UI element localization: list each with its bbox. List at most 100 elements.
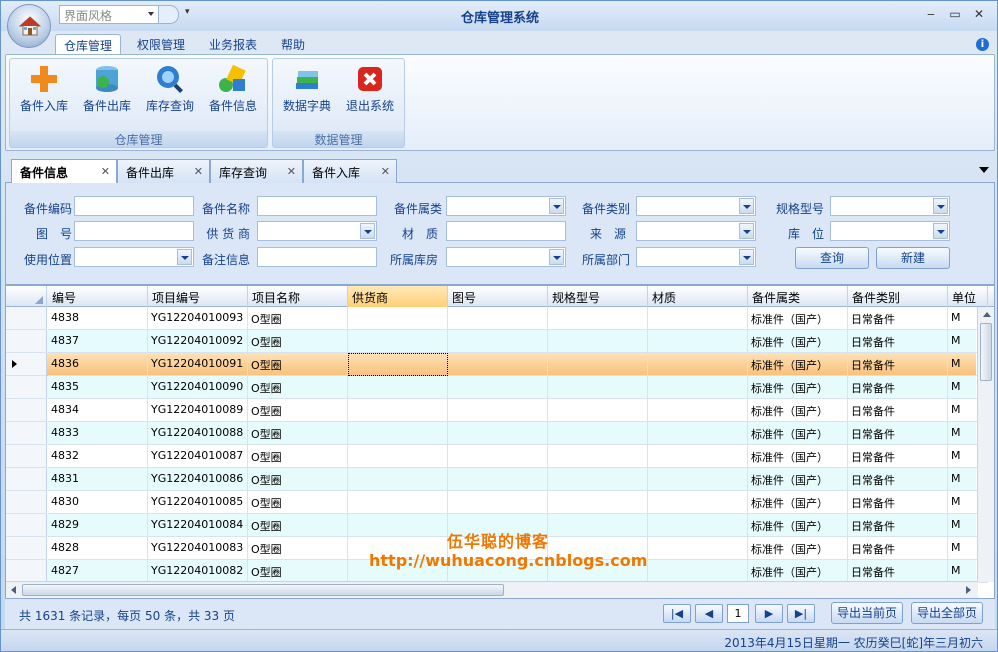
table-cell[interactable]: 4836 <box>48 353 148 376</box>
table-row[interactable]: 4837 YG12204010092 O型圈 标准件（国产） 日常备件 M <box>6 330 988 353</box>
row-header[interactable] <box>6 514 47 537</box>
table-cell[interactable]: 4827 <box>48 560 148 583</box>
table-cell[interactable]: 日常备件 <box>848 399 948 422</box>
table-row[interactable]: 4832 YG12204010087 O型圈 标准件（国产） 日常备件 M <box>6 445 988 468</box>
export-all-button[interactable]: 导出全部页 <box>911 602 983 624</box>
table-cell[interactable] <box>448 353 548 376</box>
stock-query-button[interactable]: 库存查询 <box>140 63 200 113</box>
column-header[interactable]: 编号 <box>48 286 148 307</box>
column-header[interactable]: 单位 <box>948 286 988 307</box>
table-cell[interactable]: 日常备件 <box>848 537 948 560</box>
table-cell[interactable] <box>548 514 648 537</box>
column-header[interactable]: 规格型号 <box>548 286 648 307</box>
row-header[interactable] <box>6 307 47 330</box>
table-cell[interactable] <box>448 422 548 445</box>
table-cell[interactable] <box>648 376 748 399</box>
table-cell[interactable] <box>648 307 748 330</box>
table-cell[interactable]: 标准件（国产） <box>748 491 848 514</box>
table-cell[interactable]: YG12204010088 <box>148 422 248 445</box>
row-header[interactable] <box>6 399 47 422</box>
row-header[interactable] <box>6 491 47 514</box>
new-button[interactable]: 新建 <box>876 247 950 269</box>
table-cell[interactable] <box>348 330 448 353</box>
table-cell[interactable] <box>648 353 748 376</box>
table-cell[interactable]: 日常备件 <box>848 445 948 468</box>
menu-permissions[interactable]: 权限管理 <box>129 34 193 54</box>
tab-stock-query[interactable]: 库存查询 ✕ <box>210 159 303 184</box>
parts-info-button[interactable]: 备件信息 <box>203 63 263 113</box>
close-button[interactable]: ✕ <box>971 7 987 21</box>
table-cell[interactable]: YG12204010085 <box>148 491 248 514</box>
table-cell[interactable]: O型圈 <box>248 491 348 514</box>
row-header[interactable] <box>6 330 47 353</box>
row-header[interactable] <box>6 376 47 399</box>
table-cell[interactable] <box>548 330 648 353</box>
menu-reports[interactable]: 业务报表 <box>201 34 265 54</box>
table-cell[interactable]: YG12204010092 <box>148 330 248 353</box>
table-cell[interactable]: 标准件（国产） <box>748 537 848 560</box>
table-cell[interactable]: YG12204010093 <box>148 307 248 330</box>
table-cell[interactable]: 标准件（国产） <box>748 399 848 422</box>
scroll-up-icon[interactable] <box>983 312 991 317</box>
horizontal-scrollbar[interactable] <box>6 581 978 598</box>
table-cell[interactable] <box>648 491 748 514</box>
chevron-down-icon[interactable] <box>739 223 754 239</box>
table-cell[interactable] <box>548 376 648 399</box>
query-button[interactable]: 查询 <box>795 247 869 269</box>
table-cell[interactable] <box>448 468 548 491</box>
table-cell[interactable]: O型圈 <box>248 399 348 422</box>
last-page-button[interactable]: ▶| <box>787 604 815 623</box>
department-select[interactable] <box>636 247 756 267</box>
horizontal-scroll-thumb[interactable] <box>22 584 504 596</box>
vertical-scroll-thumb[interactable] <box>980 323 992 381</box>
tab-outbound[interactable]: 备件出库 ✕ <box>117 159 210 184</box>
table-cell[interactable] <box>548 307 648 330</box>
table-row[interactable]: 4836 YG12204010091 O型圈 标准件（国产） 日常备件 M <box>6 353 988 376</box>
material-input[interactable] <box>446 221 566 241</box>
table-cell[interactable]: O型圈 <box>248 307 348 330</box>
table-cell[interactable] <box>648 330 748 353</box>
row-header[interactable] <box>6 445 47 468</box>
table-cell[interactable]: 标准件（国产） <box>748 445 848 468</box>
tab-inbound[interactable]: 备件入库 ✕ <box>303 159 397 184</box>
table-cell[interactable]: O型圈 <box>248 468 348 491</box>
table-cell[interactable] <box>548 445 648 468</box>
table-cell[interactable] <box>348 307 448 330</box>
table-cell[interactable] <box>548 353 648 376</box>
table-cell[interactable]: 日常备件 <box>848 560 948 583</box>
chevron-down-icon[interactable] <box>739 249 754 265</box>
table-cell[interactable]: O型圈 <box>248 422 348 445</box>
table-cell[interactable]: 4833 <box>48 422 148 445</box>
table-cell[interactable]: 标准件（国产） <box>748 514 848 537</box>
table-cell[interactable]: O型圈 <box>248 353 348 376</box>
table-row[interactable]: 4831 YG12204010086 O型圈 标准件（国产） 日常备件 M <box>6 468 988 491</box>
table-cell[interactable]: O型圈 <box>248 330 348 353</box>
table-cell[interactable] <box>648 422 748 445</box>
table-cell[interactable]: 标准件（国产） <box>748 422 848 445</box>
table-cell[interactable]: 4837 <box>48 330 148 353</box>
part-category-select[interactable] <box>636 196 756 216</box>
chevron-down-icon[interactable] <box>739 198 754 214</box>
close-icon[interactable]: ✕ <box>194 165 203 178</box>
table-cell[interactable]: 日常备件 <box>848 491 948 514</box>
chevron-down-icon[interactable] <box>549 198 564 214</box>
table-cell[interactable] <box>448 307 548 330</box>
table-cell[interactable]: 4838 <box>48 307 148 330</box>
table-cell[interactable] <box>348 399 448 422</box>
close-icon[interactable]: ✕ <box>381 165 390 178</box>
table-cell[interactable]: O型圈 <box>248 537 348 560</box>
select-all-corner[interactable] <box>6 286 47 307</box>
supplier-select[interactable] <box>257 221 377 241</box>
first-page-button[interactable]: |◀ <box>663 604 691 623</box>
column-header[interactable]: 图号 <box>448 286 548 307</box>
table-row[interactable]: 4838 YG12204010093 O型圈 标准件（国产） 日常备件 M <box>6 307 988 330</box>
row-header[interactable] <box>6 537 47 560</box>
usage-position-select[interactable] <box>74 247 194 267</box>
table-cell[interactable]: 标准件（国产） <box>748 307 848 330</box>
table-cell[interactable]: 标准件（国产） <box>748 353 848 376</box>
close-icon[interactable]: ✕ <box>101 165 110 178</box>
table-cell[interactable]: YG12204010083 <box>148 537 248 560</box>
column-header[interactable]: 备件类别 <box>848 286 948 307</box>
table-cell[interactable]: YG12204010089 <box>148 399 248 422</box>
table-cell[interactable]: O型圈 <box>248 560 348 583</box>
